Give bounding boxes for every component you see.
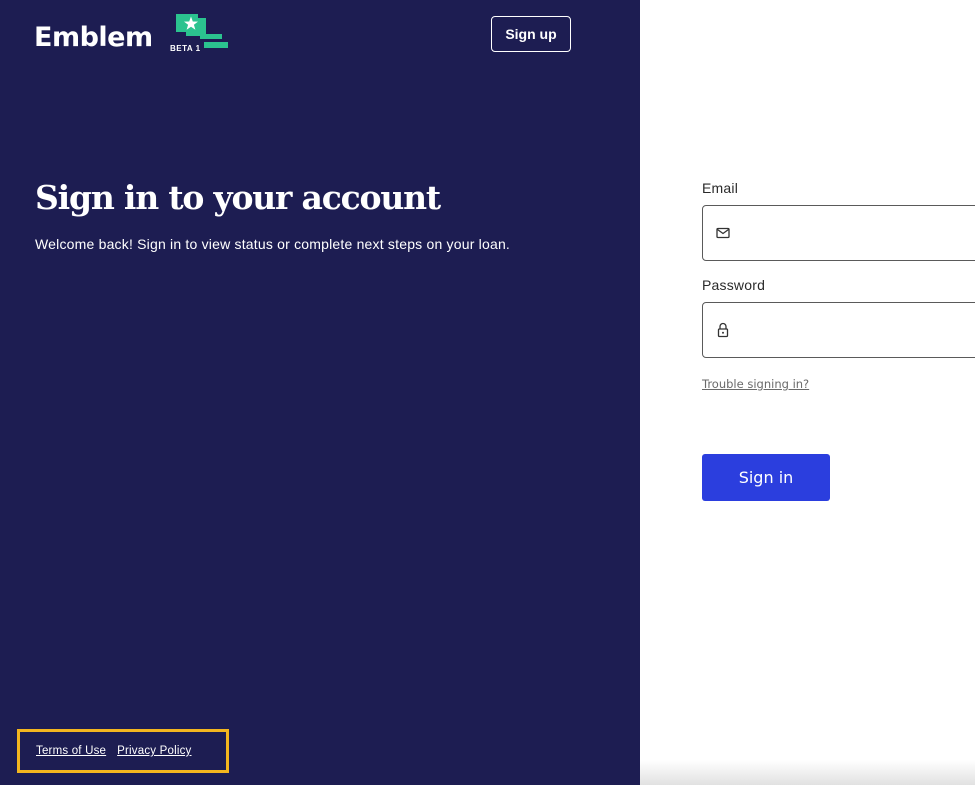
- bottom-shadow: [640, 760, 975, 785]
- page-title: Sign in to your account: [35, 178, 441, 217]
- logo-wordmark: Emblem: [34, 22, 153, 53]
- email-field[interactable]: [702, 205, 975, 262]
- lock-icon: [717, 322, 729, 338]
- emblem-logo[interactable]: Emblem BETA 1: [34, 14, 234, 58]
- sign-up-button[interactable]: Sign up: [491, 16, 571, 52]
- beta-badge: BETA 1: [170, 44, 201, 53]
- email-label: Email: [702, 180, 739, 196]
- left-panel: Emblem BETA 1 Sign up Sign in to your ac…: [0, 0, 640, 785]
- password-label: Password: [702, 277, 766, 293]
- password-field[interactable]: [702, 302, 975, 359]
- footer-links: Terms of Use Privacy Policy: [17, 729, 229, 773]
- sign-in-form: Email Password Trouble signing in? Sign …: [640, 0, 975, 785]
- terms-of-use-link[interactable]: Terms of Use: [36, 745, 106, 757]
- email-input[interactable]: [743, 206, 975, 262]
- privacy-policy-link[interactable]: Privacy Policy: [117, 745, 191, 757]
- trouble-signing-in-link[interactable]: Trouble signing in?: [702, 377, 809, 391]
- sign-in-page: Emblem BETA 1 Sign up Sign in to your ac…: [0, 0, 975, 785]
- sign-in-button[interactable]: Sign in: [702, 454, 830, 501]
- page-subtitle: Welcome back! Sign in to view status or …: [35, 236, 511, 252]
- password-input[interactable]: [743, 303, 975, 359]
- mail-icon: [716, 227, 730, 239]
